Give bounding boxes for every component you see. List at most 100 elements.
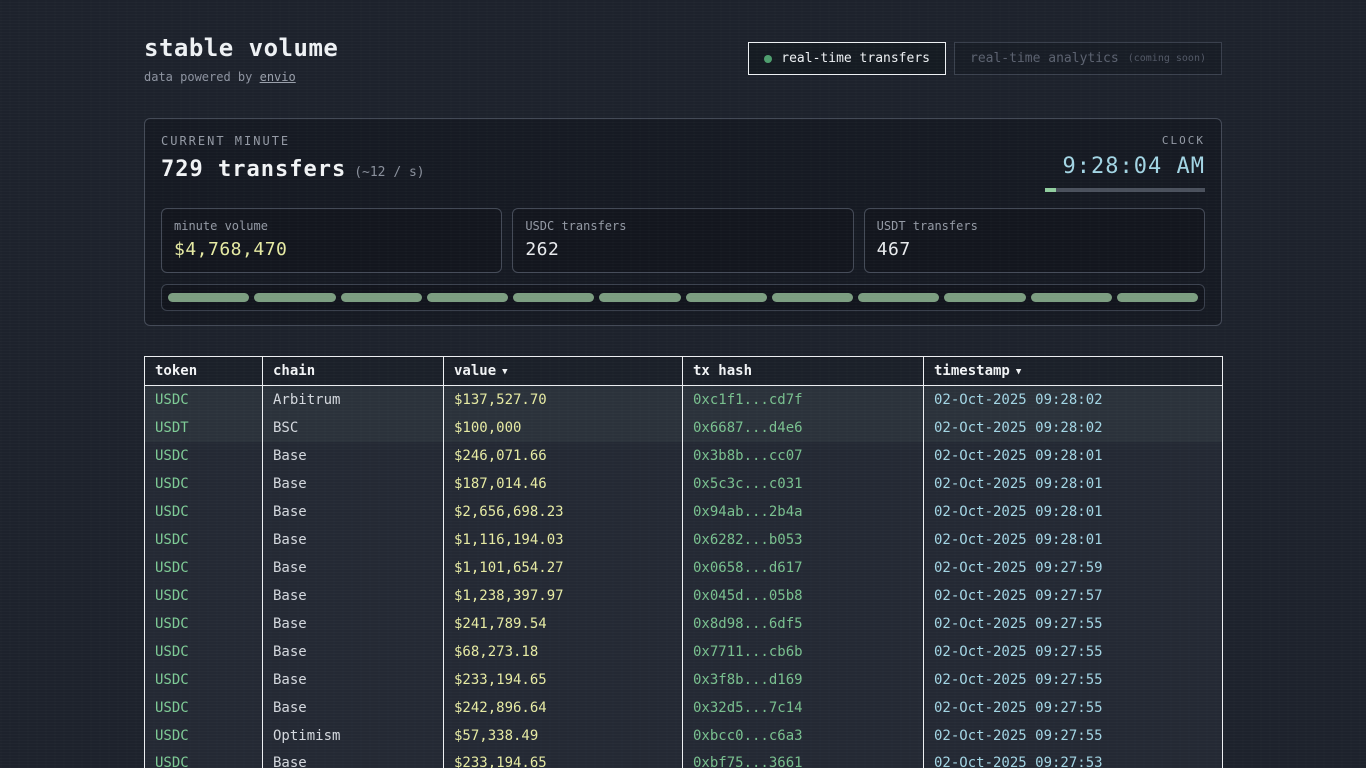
value-cell: $137,527.70 — [444, 386, 683, 414]
tx-hash-link[interactable]: 0x3b8b...cc07 — [683, 442, 924, 470]
clock-widget: CLOCK 9:28:04 AM — [1045, 134, 1205, 192]
chain-cell: Base — [263, 694, 444, 722]
page: stable volume data powered by envio real… — [144, 0, 1222, 768]
token-cell: USDC — [145, 526, 263, 554]
current-minute-panel: CURRENT MINUTE 729 transfers (~12 / s) C… — [144, 118, 1222, 326]
token-cell: USDC — [145, 554, 263, 582]
tx-hash-link[interactable]: 0x32d5...7c14 — [683, 694, 924, 722]
column-header-time[interactable]: timestamp▼ — [924, 357, 1223, 386]
table-row: USDCBase$1,101,654.270x0658...d61702-Oct… — [145, 554, 1223, 582]
tx-hash-link[interactable]: 0xbf75...3661 — [683, 750, 924, 768]
transfers-summary: CURRENT MINUTE 729 transfers (~12 / s) — [161, 134, 425, 182]
column-label: token — [155, 363, 197, 379]
timestamp-cell: 02-Oct-2025 09:27:55 — [924, 610, 1223, 638]
minute-progress-bar — [1045, 188, 1205, 192]
tx-hash-link[interactable]: 0x5c3c...c031 — [683, 470, 924, 498]
stat-value: 262 — [525, 239, 840, 260]
envio-link[interactable]: envio — [260, 70, 296, 84]
tx-hash-link[interactable]: 0xbcc0...c6a3 — [683, 722, 924, 750]
token-cell: USDC — [145, 498, 263, 526]
tx-hash-link[interactable]: 0x94ab...2b4a — [683, 498, 924, 526]
timestamp-cell: 02-Oct-2025 09:27:55 — [924, 638, 1223, 666]
column-header-value[interactable]: value ▼ — [444, 357, 683, 386]
chain-cell: Base — [263, 638, 444, 666]
minute-progress-fill — [1045, 188, 1056, 192]
timestamp-cell: 02-Oct-2025 09:27:59 — [924, 554, 1223, 582]
column-header-token: token — [145, 357, 263, 386]
tx-hash-link[interactable]: 0x0658...d617 — [683, 554, 924, 582]
tab-label: real-time transfers — [781, 51, 930, 66]
chain-cell: Arbitrum — [263, 386, 444, 414]
table-row: USDCBase$233,194.650xbf75...366102-Oct-2… — [145, 750, 1223, 768]
top-bar: stable volume data powered by envio real… — [144, 34, 1222, 84]
column-label: tx hash — [693, 363, 752, 379]
table-row: USDCBase$2,656,698.230x94ab...2b4a02-Oct… — [145, 498, 1223, 526]
table-row: USDCArbitrum$137,527.700xc1f1...cd7f02-O… — [145, 386, 1223, 414]
stat-label: USDC transfers — [525, 219, 840, 233]
chain-cell: Base — [263, 666, 444, 694]
value-cell: $100,000 — [444, 414, 683, 442]
column-header-hash: tx hash — [683, 357, 924, 386]
table-row: USDCBase$187,014.460x5c3c...c03102-Oct-2… — [145, 470, 1223, 498]
chain-cell: Base — [263, 526, 444, 554]
tx-hash-link[interactable]: 0x8d98...6df5 — [683, 610, 924, 638]
table-row: USDCBase$68,273.180x7711...cb6b02-Oct-20… — [145, 638, 1223, 666]
value-cell: $1,238,397.97 — [444, 582, 683, 610]
chain-cell: BSC — [263, 414, 444, 442]
column-label: timestamp — [934, 363, 1010, 379]
tx-hash-link[interactable]: 0x6687...d4e6 — [683, 414, 924, 442]
tx-hash-link[interactable]: 0x6282...b053 — [683, 526, 924, 554]
stat-cards: minute volume $4,768,470 USDC transfers … — [161, 208, 1205, 273]
transfers-table: tokenchainvalue▼tx hashtimestamp▼ USDCAr… — [144, 356, 1223, 768]
value-cell: $246,071.66 — [444, 442, 683, 470]
chain-cell: Base — [263, 582, 444, 610]
timestamp-cell: 02-Oct-2025 09:28:01 — [924, 526, 1223, 554]
sort-arrow-icon: ▼ — [502, 367, 507, 377]
coming-soon-badge: (coming soon) — [1128, 53, 1206, 64]
token-cell: USDC — [145, 694, 263, 722]
column-label: value — [454, 363, 496, 379]
table-row: USDCBase$1,238,397.970x045d...05b802-Oct… — [145, 582, 1223, 610]
table-row: USDCBase$1,116,194.030x6282...b05302-Oct… — [145, 526, 1223, 554]
tx-hash-link[interactable]: 0x045d...05b8 — [683, 582, 924, 610]
stat-label: USDT transfers — [877, 219, 1192, 233]
timestamp-cell: 02-Oct-2025 09:28:01 — [924, 498, 1223, 526]
chain-cell: Base — [263, 498, 444, 526]
sparkline-segment — [686, 293, 767, 302]
timestamp-cell: 02-Oct-2025 09:28:02 — [924, 414, 1223, 442]
table-row: USDCBase$241,789.540x8d98...6df502-Oct-2… — [145, 610, 1223, 638]
table-row: USDCBase$246,071.660x3b8b...cc0702-Oct-2… — [145, 442, 1223, 470]
token-cell: USDC — [145, 470, 263, 498]
activity-sparkline — [161, 284, 1205, 311]
clock-label: CLOCK — [1045, 134, 1205, 147]
tx-hash-link[interactable]: 0xc1f1...cd7f — [683, 386, 924, 414]
tab-real-time-transfers[interactable]: real-time transfers — [748, 42, 946, 75]
tx-hash-link[interactable]: 0x3f8b...d169 — [683, 666, 924, 694]
value-cell: $233,194.65 — [444, 666, 683, 694]
value-cell: $187,014.46 — [444, 470, 683, 498]
chain-cell: Base — [263, 442, 444, 470]
chain-cell: Base — [263, 610, 444, 638]
token-cell: USDC — [145, 610, 263, 638]
sparkline-segment — [254, 293, 335, 302]
timestamp-cell: 02-Oct-2025 09:28:01 — [924, 442, 1223, 470]
sparkline-segment — [341, 293, 422, 302]
transfer-rate: (~12 / s) — [354, 165, 424, 180]
chain-cell: Optimism — [263, 722, 444, 750]
subtitle-text: data powered by — [144, 70, 260, 84]
timestamp-cell: 02-Oct-2025 09:27:55 — [924, 694, 1223, 722]
timestamp-cell: 02-Oct-2025 09:27:55 — [924, 722, 1223, 750]
stat-card-usdc-transfers: USDC transfers 262 — [512, 208, 853, 273]
table-row: USDTBSC$100,0000x6687...d4e602-Oct-2025 … — [145, 414, 1223, 442]
token-cell: USDT — [145, 414, 263, 442]
sparkline-segment — [1031, 293, 1112, 302]
brand: stable volume data powered by envio — [144, 34, 338, 84]
value-cell: $241,789.54 — [444, 610, 683, 638]
live-dot-icon — [764, 55, 772, 63]
sparkline-segment — [772, 293, 853, 302]
token-cell: USDC — [145, 386, 263, 414]
tx-hash-link[interactable]: 0x7711...cb6b — [683, 638, 924, 666]
table-header-row: tokenchainvalue▼tx hashtimestamp▼ — [145, 357, 1223, 386]
stat-label: minute volume — [174, 219, 489, 233]
panel-top: CURRENT MINUTE 729 transfers (~12 / s) C… — [161, 134, 1205, 192]
